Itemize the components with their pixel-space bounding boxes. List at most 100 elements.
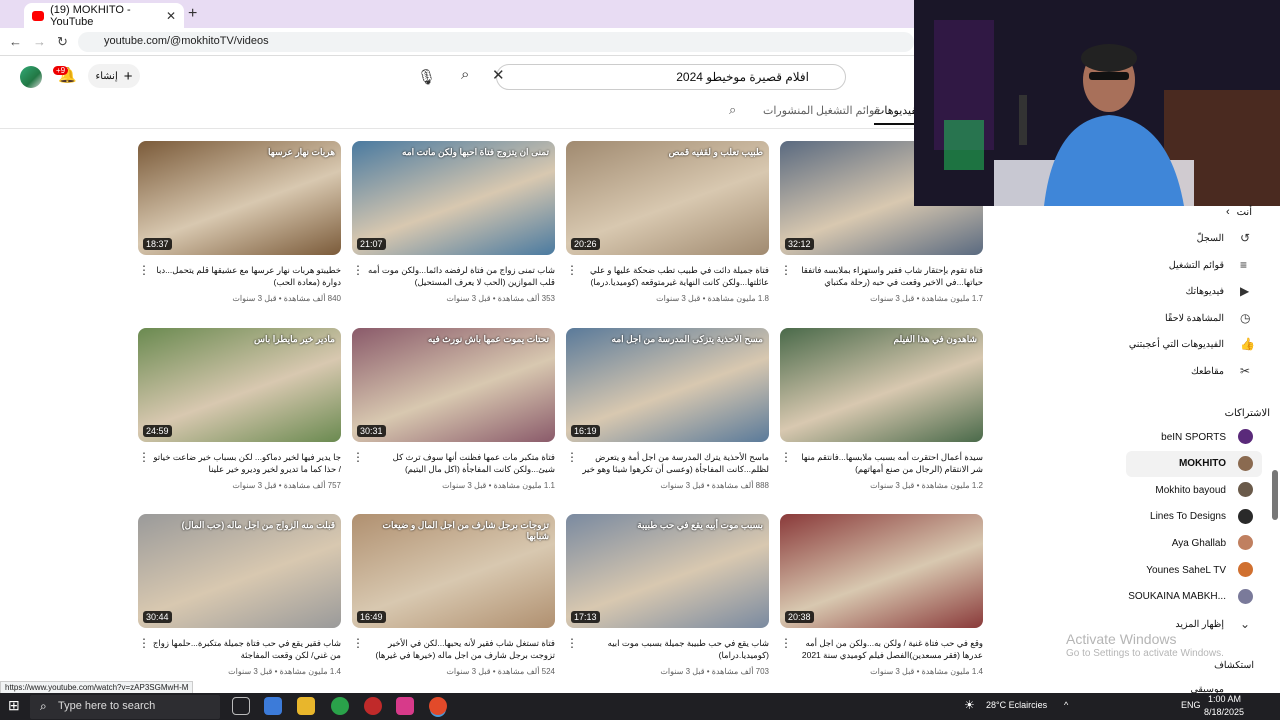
video-title[interactable]: شاب فقير يقع في حب فتاة جميلة متكبرة...ح…	[151, 637, 341, 661]
video-thumbnail[interactable]: مادير خير مايطرا باس 24:59	[138, 328, 341, 442]
more-options-icon[interactable]: ⋮	[566, 263, 578, 277]
thumbnail-caption: قبلت منه الزواج من اجل ماله (حب المال)	[181, 520, 335, 530]
subscription-avatar	[1238, 508, 1253, 524]
more-options-icon[interactable]: ⋮	[352, 263, 364, 277]
video-title[interactable]: جا يدير فيها لخير دماكو... لكن بسباب خير…	[151, 451, 341, 475]
sidebar-you-heading[interactable]: أنت	[1237, 207, 1252, 218]
chrome-active-icon[interactable]	[429, 697, 447, 715]
file-explorer-icon[interactable]	[297, 697, 315, 715]
language-indicator[interactable]: ENG	[1181, 700, 1201, 710]
tab-posts[interactable]: المنشورات	[763, 104, 813, 117]
create-button[interactable]: إنشاء +	[88, 64, 140, 88]
video-meta: 703 ألف مشاهدة • قبل 3 سنوات	[660, 667, 769, 676]
more-options-icon[interactable]: ⋮	[138, 636, 150, 650]
duration-badge: 24:59	[143, 425, 172, 437]
video-card[interactable]: تزوجات برجل شارف من اجل المال و ضيعات شب…	[352, 514, 555, 676]
sidebar-item[interactable]: قوائم التشغيل	[1169, 260, 1224, 271]
video-meta: 1.1 مليون مشاهدة • قبل 3 سنوات	[442, 481, 555, 490]
more-options-icon[interactable]: ⋮	[138, 450, 150, 464]
weather-text[interactable]: 28°C Eclaircies	[986, 700, 1047, 710]
video-thumbnail[interactable]: هربات نهار عرسها 18:37	[138, 141, 341, 255]
more-options-icon[interactable]: ⋮	[780, 450, 792, 464]
more-options-icon[interactable]: ⋮	[780, 636, 792, 650]
video-thumbnail[interactable]: تمنى ان يتزوج فتاة احبها ولكن ماتت امه 2…	[352, 141, 555, 255]
video-thumbnail[interactable]: 20:38	[780, 514, 983, 628]
app-icon[interactable]	[364, 697, 382, 715]
clear-search-icon[interactable]: ✕	[492, 66, 505, 84]
video-card[interactable]: قبلت منه الزواج من اجل ماله (حب المال) 3…	[138, 514, 341, 676]
video-card[interactable]: مادير خير مايطرا باس 24:59 ⋮ جا يدير فيه…	[138, 328, 341, 490]
clock-time[interactable]: 1:00 AM	[1208, 694, 1241, 704]
sidebar-item[interactable]: المشاهدة لاحقًا	[1165, 313, 1224, 324]
sidebar-item[interactable]: فيديوهاتك	[1185, 286, 1224, 297]
back-icon[interactable]: ←	[9, 34, 22, 49]
taskbar-search-input[interactable]: Type here to search	[30, 695, 220, 719]
avatar[interactable]	[20, 66, 42, 88]
sidebar-item[interactable]: الفيديوهات التي أعجبتني	[1129, 339, 1224, 350]
video-title[interactable]: شاب يقع في حب طبيبة جميلة بسبب موت ابيه …	[579, 637, 769, 661]
store-icon[interactable]	[264, 697, 282, 715]
browser-tab[interactable]: (19) MOKHITO - YouTube ✕	[24, 3, 184, 28]
thumbnail-caption: تمنى ان يتزوج فتاة احبها ولكن ماتت امه	[402, 147, 549, 157]
video-card[interactable]: مسح الاحذية يتزكى المدرسة من اجل امه 16:…	[566, 328, 769, 490]
windows-start-icon[interactable]: ⊞	[8, 697, 20, 714]
video-thumbnail[interactable]: بسبب موت أبيه يقع في حب طبيبة 17:13	[566, 514, 769, 628]
video-card[interactable]: 20:38 ⋮ وقع في حب فتاة غنية / ولكن به...…	[780, 514, 983, 676]
video-meta: 1.2 مليون مشاهدة • قبل 3 سنوات	[870, 481, 983, 490]
search-icon[interactable]: ⌕	[461, 66, 469, 83]
video-title[interactable]: فتاة متكبر مات عمها فظنت أنها سوف ترث كل…	[365, 451, 555, 475]
video-card[interactable]: بسبب موت أبيه يقع في حب طبيبة 17:13 ⋮ شا…	[566, 514, 769, 676]
search-input[interactable]: افلام قصيرة موخيطو 2024	[496, 64, 846, 90]
chrome-icon[interactable]	[331, 697, 349, 715]
chevron-down-icon[interactable]: ⌄	[1240, 617, 1250, 631]
more-options-icon[interactable]: ⋮	[352, 450, 364, 464]
video-title[interactable]: فتاة جميلة دائت في طبيب تطب ضحكة عليها و…	[579, 264, 769, 288]
more-options-icon[interactable]: ⋮	[352, 636, 364, 650]
search-icon: ⌕	[40, 699, 47, 713]
instagram-icon[interactable]	[396, 697, 414, 715]
microphone-icon[interactable]: 🎙	[417, 68, 436, 86]
tab-playlists[interactable]: قوائم التشغيل	[816, 104, 880, 117]
video-title[interactable]: ماسح الأحذية يترك المدرسة من اجل أمة و ي…	[579, 451, 769, 475]
more-options-icon[interactable]: ⋮	[138, 263, 150, 277]
video-meta: 888 ألف مشاهدة • قبل 3 سنوات	[660, 481, 769, 490]
forward-icon[interactable]: →	[33, 34, 46, 49]
video-thumbnail[interactable]: مسح الاحذية يتزكى المدرسة من اجل امه 16:…	[566, 328, 769, 442]
show-more-link[interactable]: إظهار المزيد	[1175, 619, 1224, 630]
channel-search-icon[interactable]: ⌕	[729, 102, 736, 118]
video-thumbnail[interactable]: تحتات يموت عمها باش نورث فيه 30:31	[352, 328, 555, 442]
new-tab-icon[interactable]: +	[188, 5, 197, 23]
video-card[interactable]: هربات نهار عرسها 18:37 ⋮ خطيبتو هربات نه…	[138, 141, 341, 303]
video-card[interactable]: شاهدون في هذا الفيلم ⋮ سيدة أعمال احتقرت…	[780, 328, 983, 490]
video-card[interactable]: تمنى ان يتزوج فتاة احبها ولكن ماتت امه 2…	[352, 141, 555, 303]
video-title[interactable]: فتاة تقوم بإحتقار شاب فقير واستهزاء بملا…	[793, 264, 983, 288]
video-title[interactable]: شاب تمنى زواج من فتاة لرفضه دائما...ولكن…	[365, 264, 555, 288]
video-title[interactable]: سيدة أعمال احتقرت أمه بسبب ملابسها...فان…	[793, 451, 983, 475]
url-input[interactable]: youtube.com/@mokhitoTV/videos	[78, 32, 914, 52]
sidebar-item[interactable]: مقاطعك	[1191, 366, 1224, 377]
video-card[interactable]: طبيب تعلب و لقفيه قمص 20:26 ⋮ فتاة جميلة…	[566, 141, 769, 303]
video-thumbnail[interactable]: تزوجات برجل شارف من اجل المال و ضيعات شب…	[352, 514, 555, 628]
more-options-icon[interactable]: ⋮	[566, 450, 578, 464]
sidebar-item[interactable]: السجلّ	[1197, 233, 1224, 244]
thumbnail-caption: هربات نهار عرسها	[268, 147, 335, 157]
scrollbar-thumb[interactable]	[1272, 470, 1278, 520]
video-card[interactable]: تحتات يموت عمها باش نورث فيه 30:31 ⋮ فتا…	[352, 328, 555, 490]
duration-badge: 16:19	[571, 425, 600, 437]
video-title[interactable]: فتاة تستغل شاب فقير لأنه يحبها...لكن في …	[365, 637, 555, 661]
youtube-logo-icon	[32, 10, 45, 21]
video-title[interactable]: وقع في حب فتاة غنية / ولكن به...ولكن من …	[793, 637, 983, 661]
video-title[interactable]: خطيبتو هربات نهار عرسها مع عشيقها قلم يت…	[151, 264, 341, 288]
history-icon: ↺	[1240, 231, 1251, 245]
close-tab-icon[interactable]: ✕	[166, 9, 176, 23]
reload-icon[interactable]: ↻	[57, 34, 68, 50]
clock-date[interactable]: 8/18/2025	[1204, 707, 1244, 717]
video-thumbnail[interactable]: شاهدون في هذا الفيلم	[780, 328, 983, 442]
video-thumbnail[interactable]: طبيب تعلب و لقفيه قمص 20:26	[566, 141, 769, 255]
more-options-icon[interactable]: ⋮	[780, 263, 792, 277]
more-options-icon[interactable]: ⋮	[566, 636, 578, 650]
tray-overflow-icon[interactable]: ^	[1064, 700, 1068, 710]
task-view-icon[interactable]	[232, 697, 250, 715]
thumbnail-caption: تحتات يموت عمها باش نورث فيه	[427, 334, 549, 344]
video-thumbnail[interactable]: قبلت منه الزواج من اجل ماله (حب المال) 3…	[138, 514, 341, 628]
